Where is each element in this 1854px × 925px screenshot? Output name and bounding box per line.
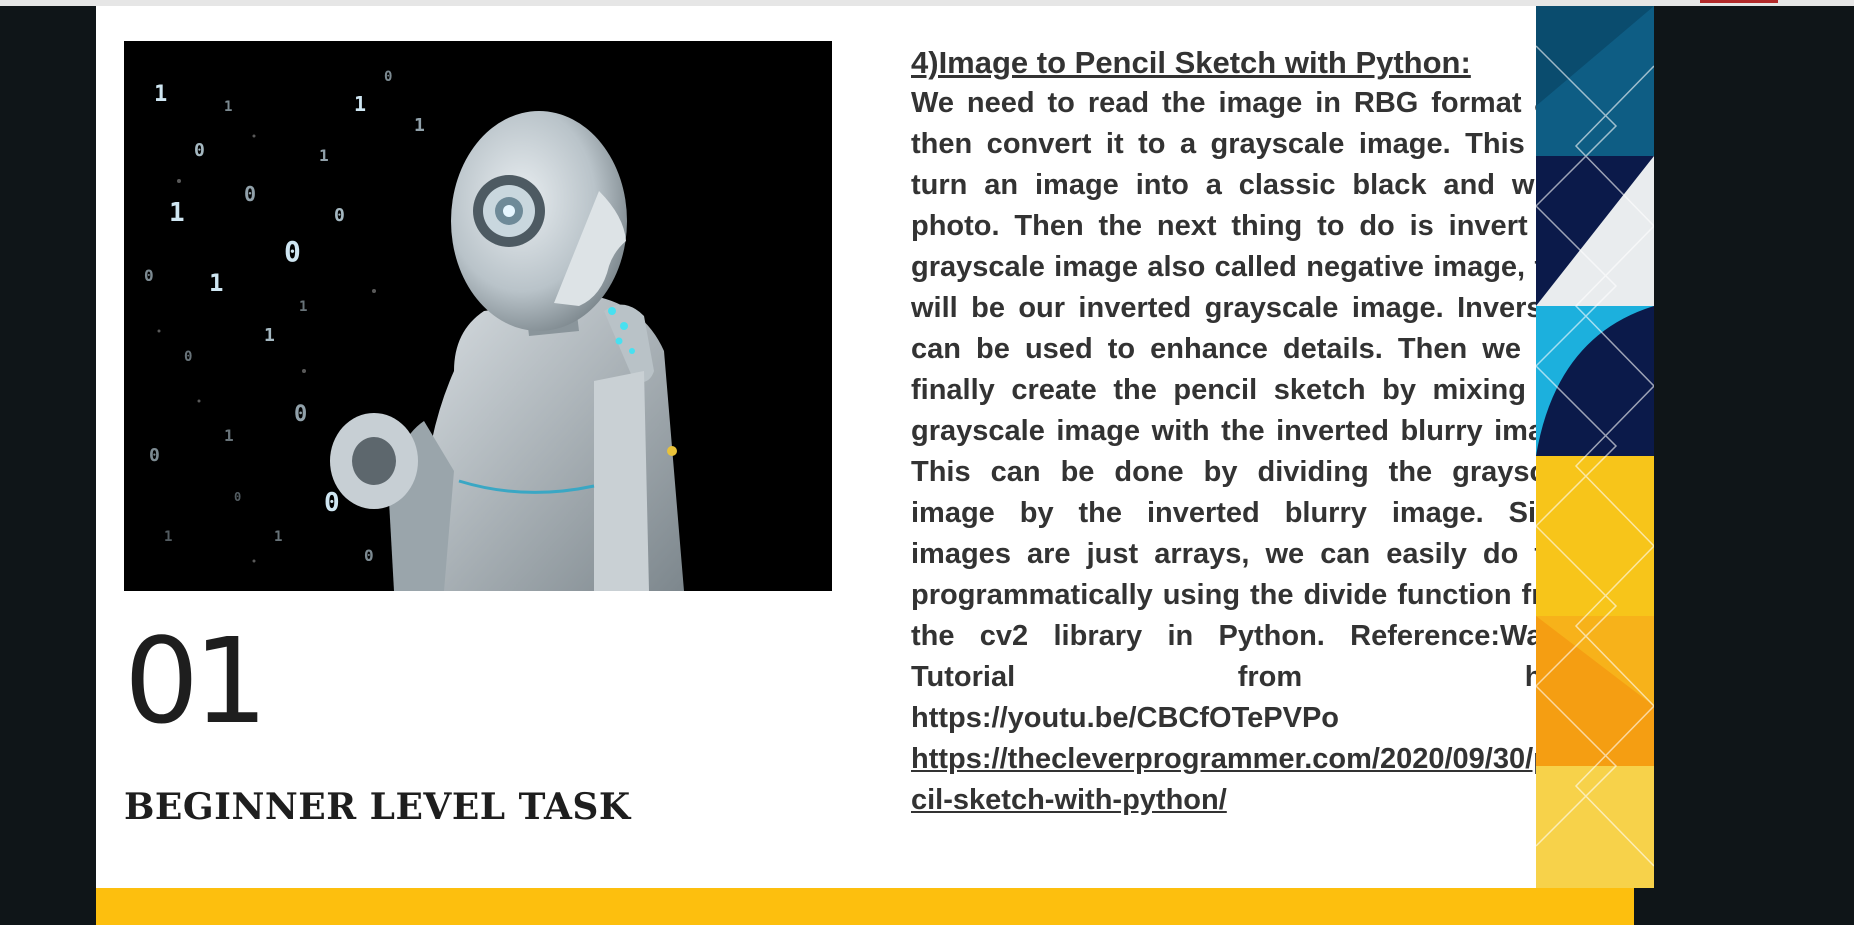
robot-thinking-image: 1 0 1 1 0 0 1 0 1 0 1 1 0 0 0 1 0 0 1 0 [124, 41, 832, 591]
level-title: BEGINNER LEVEL TASK [124, 786, 631, 828]
svg-text:0: 0 [294, 402, 307, 427]
svg-text:1: 1 [169, 198, 185, 228]
task-heading: 4)Image to Pencil Sketch with Python: [911, 45, 1471, 80]
svg-text:0: 0 [384, 69, 392, 85]
top-accent-tab [1700, 0, 1778, 3]
svg-text:1: 1 [224, 99, 232, 115]
youtube-url: https://youtu.be/CBCfOTePVPo [911, 702, 1340, 734]
presentation-slide: 1 0 1 1 0 0 1 0 1 0 1 1 0 0 0 1 0 0 1 0 [96, 6, 1634, 888]
footer-bar [96, 888, 1634, 925]
svg-text:0: 0 [149, 445, 160, 466]
svg-text:1: 1 [319, 146, 329, 165]
svg-text:1: 1 [414, 115, 425, 136]
svg-text:0: 0 [244, 182, 256, 206]
article-link[interactable]: https://thecleverprogrammer.com/2020/09/… [911, 739, 1586, 821]
svg-text:0: 0 [144, 266, 154, 285]
svg-text:0: 0 [334, 205, 345, 226]
slide-number: 01 [124, 612, 268, 750]
svg-text:1: 1 [209, 269, 223, 297]
svg-text:0: 0 [364, 546, 374, 565]
svg-text:0: 0 [184, 349, 192, 365]
task-body: We need to read the image in RBG format … [911, 87, 1586, 693]
svg-text:1: 1 [224, 426, 234, 445]
svg-text:1: 1 [154, 82, 167, 107]
svg-text:1: 1 [264, 325, 275, 346]
svg-text:0: 0 [234, 490, 241, 504]
svg-text:1: 1 [164, 529, 172, 545]
svg-text:0: 0 [324, 488, 340, 518]
decorative-tile-pattern [1536, 6, 1654, 888]
svg-text:0: 0 [194, 140, 205, 161]
svg-text:1: 1 [354, 92, 366, 116]
svg-text:1: 1 [274, 529, 282, 545]
task-description: 4)Image to Pencil Sketch with Python: We… [911, 42, 1586, 821]
svg-text:1: 1 [299, 299, 307, 315]
svg-text:0: 0 [284, 235, 301, 268]
